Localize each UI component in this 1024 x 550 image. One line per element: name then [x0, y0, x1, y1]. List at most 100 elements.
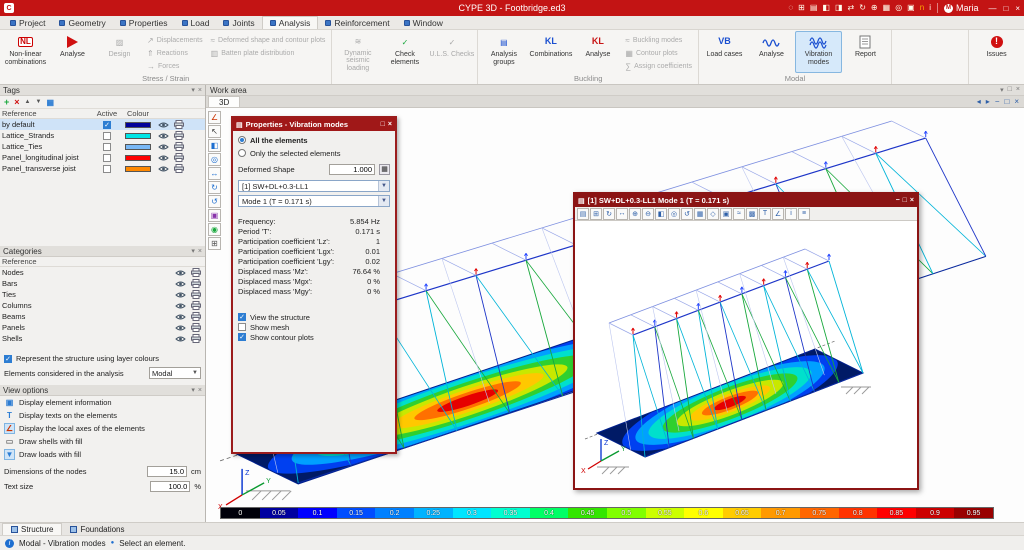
move-up-button[interactable]: ▲	[25, 99, 31, 105]
chevron-down-icon[interactable]: ▾	[191, 247, 195, 255]
minimize-icon[interactable]: −	[896, 197, 900, 204]
view-tab-icon[interactable]: ×	[1014, 97, 1019, 106]
titlebar-icon[interactable]: i	[929, 3, 931, 13]
elements-considered-select[interactable]: Modal ▼	[149, 367, 201, 379]
titlebar-icon[interactable]: ↻	[859, 3, 866, 13]
printer-icon[interactable]	[188, 334, 203, 343]
load-cases-button[interactable]: VB Load cases	[701, 31, 748, 73]
checkbox[interactable]	[238, 323, 246, 331]
move-down-button[interactable]: ▼	[35, 99, 41, 105]
mode-tool-button[interactable]: ↻	[603, 207, 615, 220]
tag-colour-swatch[interactable]	[125, 165, 151, 172]
mode-tool-button[interactable]: T	[759, 207, 771, 220]
deformed-shape-options-button[interactable]: ▦	[379, 163, 390, 175]
titlebar-icon[interactable]: ◌	[788, 3, 793, 13]
close-icon[interactable]: ×	[910, 197, 914, 204]
minimize-button[interactable]: —	[988, 4, 996, 13]
work-area-header-icon[interactable]: ×	[1016, 86, 1020, 94]
printer-icon[interactable]	[171, 131, 186, 140]
check-elements-button[interactable]: ✓ Check elements	[381, 31, 428, 73]
radio-selected-elements[interactable]: Only the selected elements	[238, 148, 390, 158]
tag-active-checkbox[interactable]	[103, 153, 111, 162]
eye-icon[interactable]	[156, 132, 171, 140]
titlebar-icon[interactable]: ⇄	[848, 3, 855, 13]
buckling-modes-button[interactable]: ≈ Buckling modes	[623, 35, 694, 46]
maximize-button[interactable]: □	[1003, 4, 1008, 13]
eye-icon[interactable]	[156, 154, 171, 162]
close-button[interactable]: ×	[1015, 4, 1020, 13]
view-option-icon[interactable]: ▼	[4, 449, 15, 460]
category-row[interactable]: Columns	[0, 300, 205, 311]
eye-icon[interactable]	[173, 335, 188, 343]
tag-row[interactable]: Panel_longitudinal joist	[0, 152, 205, 163]
mode-tool-button[interactable]: ↺	[681, 207, 693, 220]
category-row[interactable]: Shells	[0, 333, 205, 344]
printer-icon[interactable]	[188, 301, 203, 310]
loadcase-combo[interactable]: [1] SW+DL+0.3-LL1 ▼	[238, 180, 390, 192]
mode-tool-button[interactable]: ▤	[577, 207, 589, 220]
tag-active-checkbox[interactable]	[103, 142, 111, 151]
user-menu[interactable]: M Maria	[936, 3, 978, 13]
printer-icon[interactable]	[171, 153, 186, 162]
printer-icon[interactable]	[171, 164, 186, 173]
checkbox[interactable]	[238, 333, 246, 341]
view-option-row[interactable]: ▣ Display element information	[0, 396, 205, 409]
node-dimensions-input[interactable]	[147, 466, 187, 477]
display-check-row[interactable]: Show mesh	[238, 322, 390, 332]
view-option-row[interactable]: T Display texts on the elements	[0, 409, 205, 422]
radio-icon[interactable]	[238, 149, 246, 157]
delete-tag-button[interactable]: ×	[14, 97, 19, 107]
view-tab-icon[interactable]: −	[995, 97, 1000, 106]
view-tool-button[interactable]: ∠	[208, 111, 221, 124]
printer-icon[interactable]	[188, 268, 203, 277]
titlebar-icon[interactable]: n	[920, 3, 924, 13]
close-icon[interactable]: ×	[198, 248, 202, 255]
eye-icon[interactable]	[173, 280, 188, 288]
ribbon-tab[interactable]: Load	[175, 16, 217, 29]
close-icon[interactable]: ×	[198, 387, 202, 394]
vibration-modes-button[interactable]: Vibration modes	[794, 31, 842, 73]
ribbon-tab[interactable]: Geometry	[52, 16, 112, 29]
view-tool-button[interactable]: ↖	[208, 125, 221, 138]
view-tool-button[interactable]: ↺	[208, 195, 221, 208]
ribbon-tab[interactable]: Window	[397, 16, 450, 29]
maximize-icon[interactable]: □	[381, 121, 385, 128]
mode-tool-button[interactable]: i	[785, 207, 797, 220]
tag-row[interactable]: Lattice_Ties	[0, 141, 205, 152]
titlebar-icon[interactable]: ⊕	[871, 3, 878, 13]
checkbox[interactable]	[238, 313, 246, 321]
view-tool-button[interactable]: ◎	[208, 153, 221, 166]
eye-icon[interactable]	[156, 143, 171, 151]
printer-icon[interactable]	[188, 323, 203, 332]
tag-row[interactable]: Lattice_Strands	[0, 130, 205, 141]
tag-active-checkbox[interactable]	[103, 120, 111, 129]
mode-3d-view[interactable]: Z Y X	[575, 221, 917, 488]
tag-active-checkbox[interactable]	[103, 131, 111, 140]
ribbon-tab[interactable]: Properties	[113, 16, 175, 29]
nonlinear-combinations-button[interactable]: NL Non-linear combinations	[2, 31, 49, 73]
tab-3d[interactable]: 3D	[208, 96, 241, 107]
view-tab-icon[interactable]: ◂	[977, 97, 981, 106]
mode-tool-button[interactable]: ≈	[733, 207, 745, 220]
mode-tool-button[interactable]: ◧	[655, 207, 667, 220]
mode-tool-button[interactable]: ∠	[772, 207, 784, 220]
buckling-analyse-button[interactable]: KL Analyse	[574, 31, 621, 73]
mode-tool-button[interactable]: ⊕	[629, 207, 641, 220]
view-tab-icon[interactable]: □	[1004, 97, 1009, 106]
mode-tool-button[interactable]: ▩	[746, 207, 758, 220]
eye-icon[interactable]	[173, 291, 188, 299]
titlebar-icon[interactable]: ◧	[822, 3, 830, 13]
main-3d-view[interactable]: ∠ ↖ ◧ ◎ ↔ ↻ ↺ ▣ ◉ ⊞ Z Y 0 0.05 0.1 0.15 …	[206, 108, 1024, 522]
titlebar-icon[interactable]: ▤	[810, 3, 818, 13]
tag-colour-swatch[interactable]	[125, 143, 151, 150]
view-tool-button[interactable]: ↻	[208, 181, 221, 194]
printer-icon[interactable]	[171, 142, 186, 151]
eye-icon[interactable]	[156, 121, 171, 129]
assign-coefficients-button[interactable]: ∑ Assign coefficients	[623, 61, 694, 72]
tag-colour-swatch[interactable]	[125, 121, 151, 128]
close-icon[interactable]: ×	[388, 121, 392, 128]
chevron-down-icon[interactable]: ▾	[191, 386, 195, 394]
work-area-header-icon[interactable]: □	[1008, 86, 1012, 94]
view-tool-button[interactable]: ◉	[208, 223, 221, 236]
ribbon-tab[interactable]: Reinforcement	[318, 16, 396, 29]
